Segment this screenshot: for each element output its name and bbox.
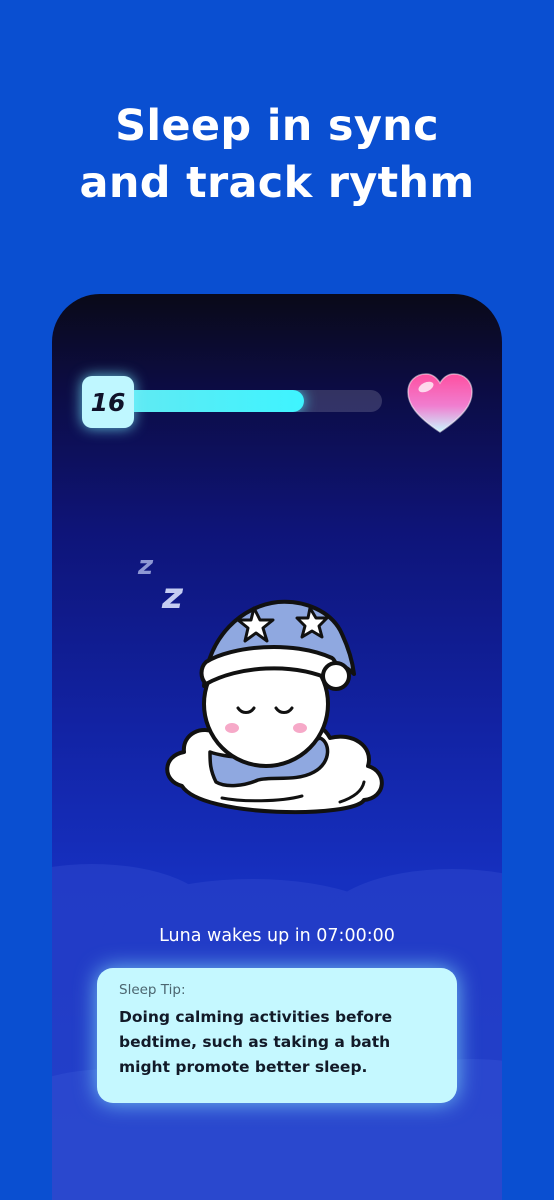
tip-title: Sleep Tip: (119, 982, 186, 998)
sleeping-mascot (165, 599, 384, 815)
level-badge: 16 (82, 376, 134, 428)
heart-icon[interactable] (404, 370, 476, 436)
svg-text:z: z (137, 551, 154, 581)
progress-bar (122, 390, 382, 412)
sleep-tip-card: Sleep Tip: Doing calming activities befo… (97, 968, 457, 1103)
headline: Sleep in sync and track rythm (0, 98, 554, 212)
wake-countdown: Luna wakes up in 07:00:00 (159, 926, 395, 946)
tip-body: Doing calming activities before bedtime,… (119, 1008, 393, 1076)
phone-screen: 16 z z Luna wakes up in 07:00:00 Sleep T… (52, 294, 502, 1200)
headline-line-2: and track rythm (79, 158, 475, 208)
progress-fill (122, 390, 304, 412)
headline-line-1: Sleep in sync (115, 101, 439, 151)
